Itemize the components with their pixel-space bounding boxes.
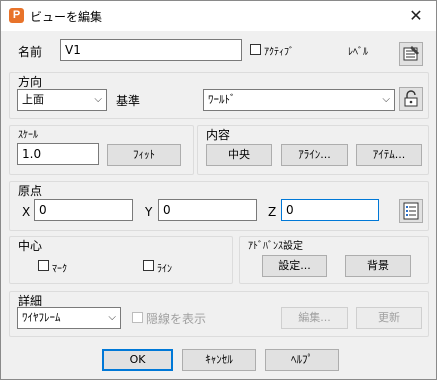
scale-input[interactable]: 1.0 — [17, 143, 99, 165]
list-icon — [403, 202, 419, 220]
reference-label: 基準 — [116, 94, 141, 108]
name-label: 名前 — [18, 45, 43, 59]
title-bar: P ビューを編集 ✕ — [1, 1, 436, 31]
line-checkbox[interactable] — [143, 260, 154, 271]
edit-view-dialog: P ビューを編集 ✕ 名前 V1 ｱｸﾃｨﾌﾞ ﾚﾍﾞﾙ 方向 上面 ⌵ 基準 … — [0, 0, 437, 380]
display-mode-value: ﾜｲﾔﾌﾚｰﾑ — [22, 311, 61, 324]
app-logo-icon: P — [9, 8, 24, 23]
fit-button[interactable]: ﾌｨｯﾄ — [107, 144, 181, 166]
origin-z-input[interactable]: 0 — [281, 199, 379, 221]
view-direction-select[interactable]: 上面 ⌵ — [17, 89, 107, 111]
origin-y-input[interactable]: 0 — [158, 199, 257, 221]
active-label: ｱｸﾃｨﾌﾞ — [264, 47, 294, 58]
help-button[interactable]: ﾍﾙﾌﾟ — [265, 349, 339, 371]
update-button[interactable]: 更新 — [356, 307, 422, 329]
origin-list-button[interactable] — [399, 199, 423, 223]
display-mode-select[interactable]: ﾜｲﾔﾌﾚｰﾑ ⌵ — [17, 307, 121, 329]
x-label: X — [22, 205, 31, 219]
z-label: Z — [268, 205, 277, 219]
cancel-button[interactable]: ｷｬﾝｾﾙ — [182, 349, 256, 371]
hidden-lines-label: 隠線を表示 — [146, 312, 207, 326]
level-icon — [403, 46, 419, 61]
mark-checkbox[interactable] — [38, 260, 49, 271]
lock-button[interactable] — [399, 87, 423, 111]
origin-x-input[interactable]: 0 — [34, 199, 133, 221]
center-group-label: 中心 — [18, 239, 43, 253]
active-checkbox[interactable] — [250, 44, 261, 55]
level-button[interactable] — [399, 42, 423, 66]
background-button[interactable]: 背景 — [345, 255, 411, 277]
settings-button[interactable]: 設定... — [262, 255, 327, 277]
chevron-down-icon: ⌵ — [94, 94, 102, 105]
hidden-lines-checkbox[interactable] — [132, 312, 143, 323]
chevron-down-icon: ⌵ — [382, 94, 390, 105]
chevron-down-icon: ⌵ — [108, 312, 116, 323]
item-button[interactable]: ｱｲﾃﾑ... — [356, 144, 422, 166]
edit-button[interactable]: 編集... — [281, 307, 348, 329]
origin-group-label: 原点 — [18, 184, 43, 198]
lock-icon — [404, 90, 418, 107]
advanced-group-label: ｱﾄﾞﾊﾞﾝｽ設定 — [248, 241, 303, 252]
view-direction-value: 上面 — [22, 93, 44, 106]
mark-label: ﾏｰｸ — [52, 264, 67, 275]
close-icon[interactable]: ✕ — [405, 5, 427, 27]
align-button[interactable]: ｱﾗｲﾝ... — [281, 144, 348, 166]
center-button[interactable]: 中央 — [206, 144, 272, 166]
direction-group-label: 方向 — [18, 75, 43, 89]
ok-button[interactable]: OK — [102, 349, 173, 371]
window-title: ビューを編集 — [30, 10, 103, 24]
reference-select[interactable]: ﾜｰﾙﾄﾞ ⌵ — [203, 89, 395, 111]
name-input[interactable]: V1 — [60, 39, 242, 61]
reference-value: ﾜｰﾙﾄﾞ — [208, 93, 236, 106]
scale-group-label: ｽｹｰﾙ — [18, 130, 38, 141]
level-label: ﾚﾍﾞﾙ — [348, 47, 368, 58]
line-label: ﾗｲﾝ — [157, 264, 172, 275]
y-label: Y — [145, 205, 153, 219]
content-group-label: 内容 — [206, 128, 231, 142]
